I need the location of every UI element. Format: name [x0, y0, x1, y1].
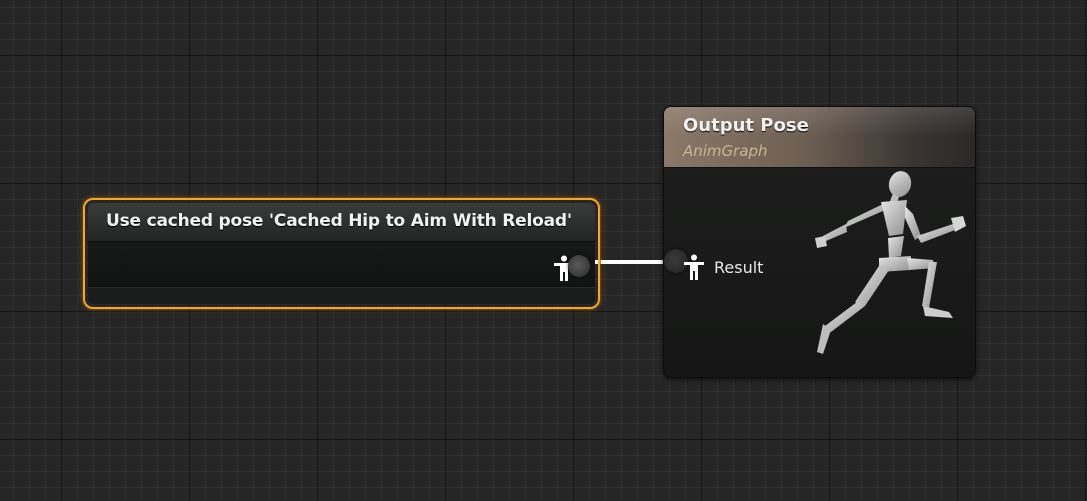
node-title: Use cached pose 'Cached Hip to Aim With … [106, 211, 572, 231]
result-pin-label: Result [714, 257, 764, 277]
use-cached-pose-node[interactable]: Use cached pose 'Cached Hip to Aim With … [83, 198, 600, 309]
result-pin-row[interactable]: Result [683, 254, 763, 280]
node-footer [88, 287, 595, 304]
node-title: Output Pose [683, 115, 809, 136]
pose-person-icon [684, 254, 704, 280]
cached-pose-node-header: Use cached pose 'Cached Hip to Aim With … [88, 203, 595, 242]
running-mannequin-icon [815, 171, 966, 354]
output-pose-node-header: Output Pose AnimGraph [664, 107, 975, 168]
output-pose-pin[interactable] [568, 255, 590, 277]
anim-graph-canvas[interactable]: Use cached pose 'Cached Hip to Aim With … [0, 0, 1087, 501]
cached-pose-node-body: Use cached pose 'Cached Hip to Aim With … [88, 203, 595, 304]
node-subtitle: AnimGraph [683, 142, 768, 160]
